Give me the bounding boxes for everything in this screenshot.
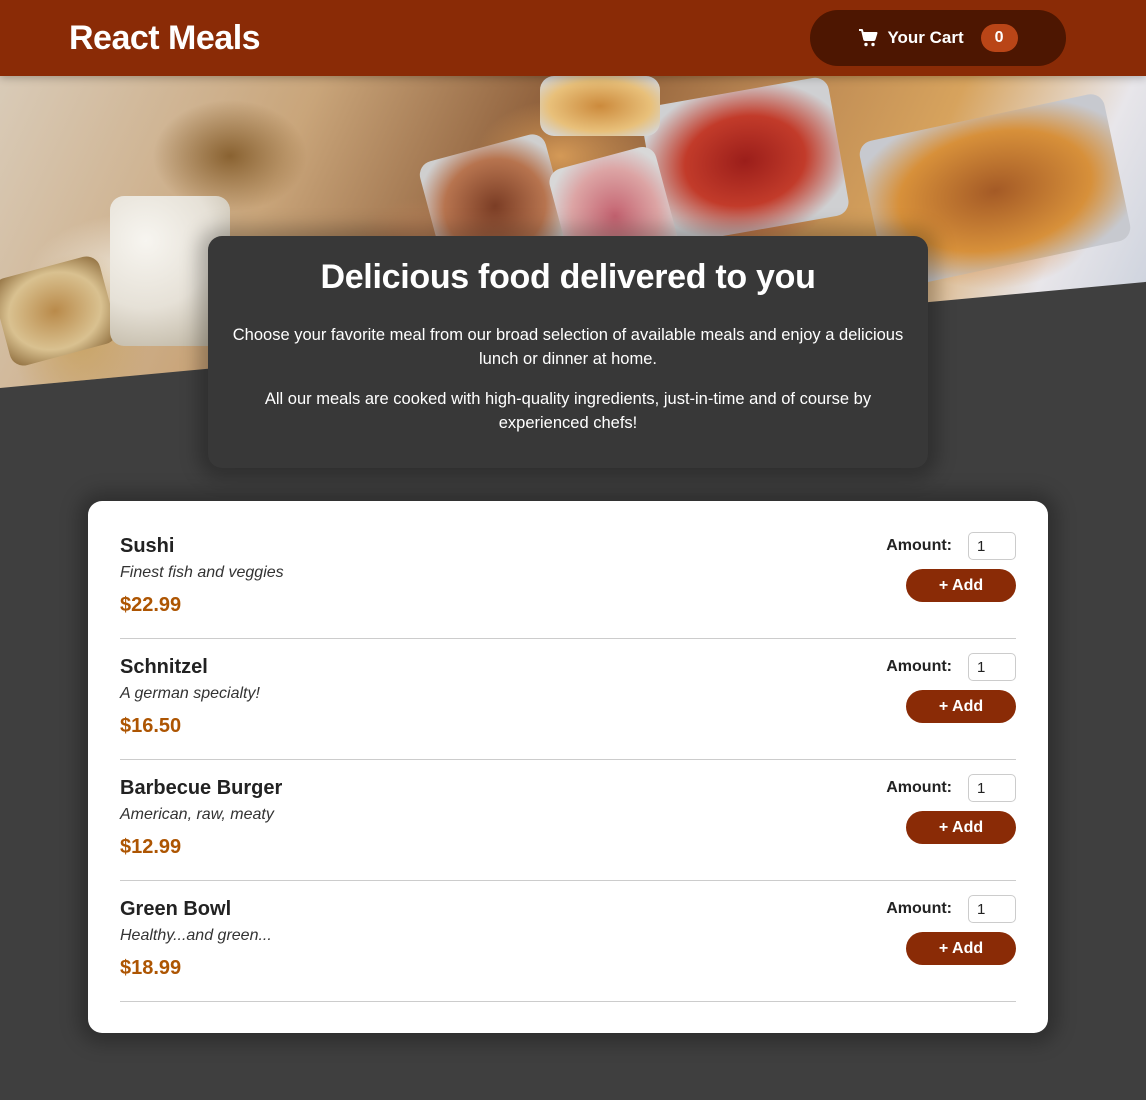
meal-price: $22.99 [120,594,182,616]
add-button[interactable]: + Add [906,690,1016,723]
summary-paragraph-1: Choose your favorite meal from our broad… [232,326,904,368]
meals-summary: Delicious food delivered to you Choose y… [208,236,928,468]
amount-label: Amount: [886,658,952,675]
amount-row: Amount: [886,895,1016,923]
amount-input[interactable] [968,774,1016,802]
amount-input[interactable] [968,653,1016,681]
meal-price: $12.99 [120,836,182,858]
meal-form: Amount: + Add [886,532,1016,602]
amount-label: Amount: [886,779,952,796]
summary-paragraph-2: All our meals are cooked with high-quali… [264,390,872,432]
amount-row: Amount: [886,774,1016,802]
meal-name: Sushi [120,535,175,557]
meal-item: Schnitzel A german specialty! $16.50 Amo… [120,639,1016,760]
amount-row: Amount: [886,532,1016,560]
meal-item: Green Bowl Healthy...and green... $18.99… [120,881,1016,1002]
meal-description: Finest fish and veggies [120,564,284,581]
meal-form: Amount: + Add [886,895,1016,965]
amount-label: Amount: [886,537,952,554]
add-button[interactable]: + Add [906,811,1016,844]
meal-info: Schnitzel A german specialty! $16.50 [120,656,260,738]
meal-item: Barbecue Burger American, raw, meaty $12… [120,760,1016,881]
amount-input[interactable] [968,532,1016,560]
meal-price: $18.99 [120,957,182,979]
meal-form: Amount: + Add [886,774,1016,844]
add-button[interactable]: + Add [906,932,1016,965]
app-header: React Meals Your Cart 0 [0,0,1146,76]
meal-price: $16.50 [120,715,182,737]
shopping-cart-icon [858,28,878,48]
meal-name: Schnitzel [120,656,208,678]
meal-description: A german specialty! [120,685,260,702]
cart-label: Your Cart [887,28,964,47]
meal-form: Amount: + Add [886,653,1016,723]
meal-description: Healthy...and green... [120,927,272,944]
add-button[interactable]: + Add [906,569,1016,602]
cart-count-badge: 0 [980,24,1018,52]
cart-button[interactable]: Your Cart 0 [810,10,1066,66]
meal-info: Sushi Finest fish and veggies $22.99 [120,535,284,617]
meal-description: American, raw, meaty [120,806,274,823]
meal-name: Green Bowl [120,898,232,920]
meal-item: Sushi Finest fish and veggies $22.99 Amo… [120,518,1016,639]
available-meals-card: Sushi Finest fish and veggies $22.99 Amo… [88,501,1048,1033]
meal-info: Barbecue Burger American, raw, meaty $12… [120,777,282,859]
amount-input[interactable] [968,895,1016,923]
meal-name: Barbecue Burger [120,777,283,799]
summary-title: Delicious food delivered to you [320,258,816,296]
meal-info: Green Bowl Healthy...and green... $18.99 [120,898,272,980]
amount-row: Amount: [886,653,1016,681]
brand-title: React Meals [69,18,261,57]
amount-label: Amount: [886,900,952,917]
